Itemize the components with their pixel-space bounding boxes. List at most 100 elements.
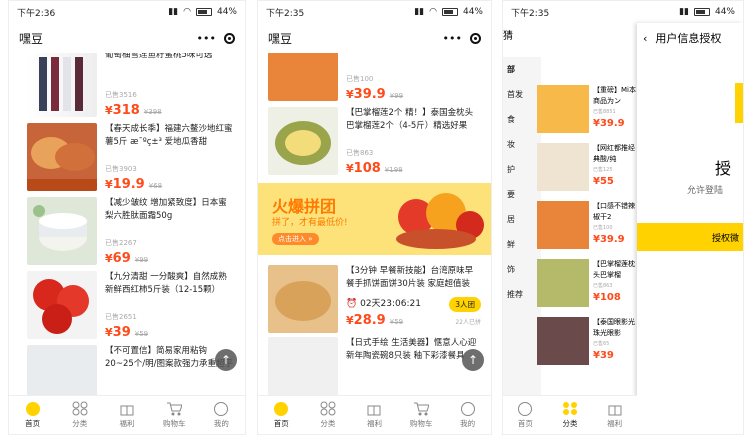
tab-label: 我的 [460,419,476,428]
price-value: 108 [353,161,381,176]
cart-icon [413,401,430,416]
auth-heading: 授 [715,159,732,178]
status-time: 下午2:35 [511,8,550,19]
sold-count: 已售863 [593,283,613,289]
back-to-top-button[interactable]: ↑ [462,349,484,371]
tab-bar: 首页 分类 福利 [503,395,637,434]
list-item[interactable]: 【巴掌榴莲枕头巴掌榴 已售863 ¥108 [537,259,637,307]
sweet-potato-icon [27,137,97,191]
close-target-icon[interactable] [470,32,481,44]
group-buy-banner[interactable]: 火爆拼团 拼了，才有最低价! 点击进入 » [258,183,491,255]
sidebar-item[interactable]: 要 [503,182,541,207]
product-title: 【春天成长季】福建六鳌沙地红蜜薯5斤 æ¯ºç±³ 爱地瓜香甜 [105,124,233,147]
sold-count: 已售100 [346,75,374,83]
sidebar-item[interactable]: 妆 [503,132,541,157]
sidebar-item[interactable]: 护 [503,157,541,182]
product-image [27,53,97,117]
list-item[interactable]: 【重磅】Mi本商品为ン 已售8851 ¥39.9 [537,85,637,133]
gift-icon [366,401,382,416]
sidebar-item[interactable]: 食 [503,107,541,132]
price-value: 39 [112,325,131,340]
tab-welfare[interactable]: 福利 [103,396,150,434]
back-chevron-icon[interactable]: ‹ [643,32,647,45]
tab-label: 分类 [72,419,88,428]
tab-label: 我的 [213,419,229,428]
product-price: ¥39 [593,350,614,361]
product-price: ¥39 ¥59 [105,325,149,340]
status-icons: ▮▮ 44% [679,7,735,17]
close-target-icon[interactable] [224,32,235,44]
app-title: 嘿豆 [19,31,44,46]
list-item[interactable]: 【口感不错辣椒干2 已售100 ¥39.9 [537,201,637,249]
product-image [27,197,97,265]
original-price: ¥68 [148,182,163,190]
sidebar-item[interactable]: 推荐 [503,282,541,307]
product-info: 【重磅】Mi本商品为ン 已售8851 ¥39.9 [593,85,637,133]
battery-icon [195,8,212,16]
tab-category[interactable]: 分类 [548,396,593,434]
sidebar-item[interactable]: 首发 [503,82,541,107]
sidebar-item[interactable]: 饰 [503,257,541,282]
list-item[interactable]: 【巴掌榴莲2个 精！】泰国金枕头巴掌榴莲2个（4-5斤）精选好果 已售863 ¥… [258,103,491,177]
auth-title: 用户信息授权 [655,32,722,45]
app-title: 嘿豆 [268,31,293,46]
battery-icon [693,8,710,16]
home-icon [273,401,289,416]
status-icons: ▮▮ ◠ 44% [414,7,483,17]
mini-program-capsule: ••• [197,32,235,45]
tab-label: 分类 [320,419,336,428]
more-menu-button[interactable]: ••• [197,32,216,45]
product-title: 【口感不错辣椒干2 [593,202,635,221]
phone-screen-category-auth: 下午2:35 ▮▮ 44% 部 首发 食 妆 护 要 居 鲜 饰 推荐 猜 【重… [502,0,744,435]
tab-cart[interactable]: 购物车 [151,396,198,434]
original-price: ¥398 [143,108,162,116]
product-image [27,345,97,396]
product-price: ¥39.9 ¥99 [346,87,404,102]
product-image [268,107,338,175]
tab-cart[interactable]: 购物车 [398,396,445,434]
tab-category[interactable]: 分类 [56,396,103,434]
tab-home[interactable]: 首页 [503,396,548,434]
mini-program-capsule: ••• [443,32,481,45]
product-title: 【3分钟 早餐新技能】台湾原味早餐手抓饼面饼30片装 家庭超值装 [346,266,474,289]
category-icon [562,401,578,416]
wine-bottles-icon [39,57,83,111]
price-value: 19.9 [112,177,145,192]
product-price: ¥28.9 ¥59 [346,313,404,328]
tab-label: 购物车 [409,419,433,428]
product-title [346,53,481,59]
tab-bar: 首页 分类 福利 购物车 我的 [9,395,245,434]
tab-welfare[interactable]: 福利 [351,396,398,434]
sold-count: 已售65 [593,341,610,347]
sidebar-item[interactable]: 居 [503,207,541,232]
more-menu-button[interactable]: ••• [443,32,462,45]
tab-category[interactable]: 分类 [305,396,352,434]
list-item[interactable]: 【九分清甜 一分酸爽】自然成熟新鲜西红柿5斤装（12-15颗） 已售2651 ¥… [9,267,245,341]
list-item[interactable]: 【3分钟 早餐新技能】台湾原味早餐手抓饼面饼30片装 家庭超值装 ⏰ 02天23… [258,261,491,333]
category-icon [320,401,336,416]
list-item[interactable]: 【春天成长季】福建六鳌沙地红蜜薯5斤 æ¯ºç±³ 爱地瓜香甜 已售3903 ¥… [9,119,245,193]
tab-profile[interactable]: 我的 [198,396,245,434]
list-item[interactable]: 【泰国眼影光珠光眼影 已售65 ¥39 [537,317,637,365]
tab-label: 首页 [273,419,289,428]
product-list: 葡萄柚雪莲鱼籽蜜桃5味可选 已售3516 ¥318 ¥398 【春天成长季】福建六… [9,53,245,396]
list-item[interactable]: 【不可置信】简易家用粘钩20~25个/明/图案款强力承重超乎你想像 [9,341,245,396]
tab-home[interactable]: 首页 [9,396,56,434]
sidebar-item[interactable]: 鲜 [503,232,541,257]
profile-icon [460,401,476,416]
authorize-wechat-button[interactable]: 授权微 [637,223,743,251]
sidebar-item[interactable]: 部 [503,57,541,82]
list-item[interactable]: 【日式手绘 生活美器】惬意人心迎新年陶瓷碗8只装 釉下彩漆餐具 [258,333,491,396]
list-item[interactable]: 已售100 ¥39.9 ¥99 [258,53,491,103]
banner-cta-button[interactable]: 点击进入 » [272,233,319,245]
list-item[interactable]: 【减少皱纹 增加紧致度】日本蜜梨六胜肽面霜50g 已售2267 ¥69 ¥99 [9,193,245,267]
list-item[interactable]: 【网红都推经典酸/纯 已售125 ¥55 [537,143,637,191]
list-item[interactable]: 葡萄柚雪莲鱼籽蜜桃5味可选 已售3516 ¥318 ¥398 [9,53,245,119]
product-price: ¥318 ¥398 [105,103,162,118]
tab-profile[interactable]: 我的 [444,396,491,434]
back-to-top-button[interactable]: ↑ [215,349,237,371]
wifi-icon: ◠ [429,7,437,17]
tab-welfare[interactable]: 福利 [592,396,637,434]
tab-home[interactable]: 首页 [258,396,305,434]
auth-page-overlay: ‹ 用户信息授权 授 允许登陆 授权微 [637,23,743,434]
